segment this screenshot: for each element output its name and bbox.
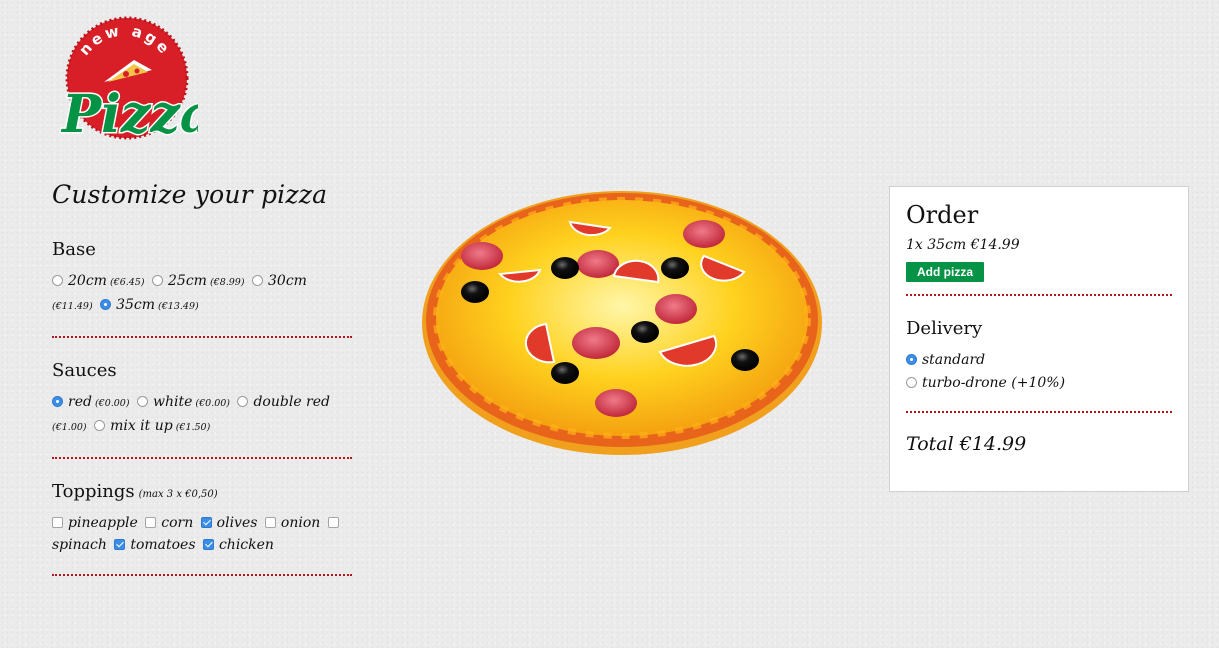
checkbox-onion[interactable]	[264, 517, 276, 528]
delivery-option-standard[interactable]: standard	[906, 349, 1172, 372]
checkbox-corn[interactable]	[145, 517, 157, 528]
radio-standard[interactable]	[906, 354, 917, 365]
new-age-pizza-logo: new age Pizza	[59, 16, 198, 147]
pizza-preview-image	[422, 191, 822, 455]
sauce-option-white[interactable]: white (€0.00)	[137, 394, 230, 410]
radio-double-red[interactable]	[237, 396, 249, 407]
topping-pineapple[interactable]: pineapple	[52, 515, 138, 531]
add-pizza-button[interactable]: Add pizza	[906, 262, 984, 282]
base-heading: Base	[52, 239, 96, 260]
customize-panel: Customize your pizza Base 20cm (€6.45) 25…	[52, 180, 352, 598]
topping-spinach[interactable]: spinach	[52, 537, 107, 553]
toppings-heading: Toppings (max 3 x €0,50)	[52, 481, 218, 502]
radio-30cm[interactable]	[252, 275, 263, 286]
order-panel: Order 1x 35cm €14.99 Add pizza Delivery …	[889, 186, 1189, 492]
topping-corn[interactable]: corn	[145, 515, 193, 531]
sauce-option-red[interactable]: red (€0.00)	[52, 394, 130, 410]
delivery-heading: Delivery	[906, 318, 983, 339]
toppings-note: (max 3 x €0,50)	[138, 489, 218, 500]
checkbox-spinach[interactable]	[327, 517, 339, 528]
radio-25cm[interactable]	[152, 275, 163, 286]
toppings-section: Toppings (max 3 x €0,50) pineapple corn o…	[52, 481, 352, 576]
page-title: Customize your pizza	[52, 180, 328, 209]
base-option-25cm[interactable]: 25cm (€8.99)	[152, 273, 245, 289]
checkbox-olives[interactable]	[200, 517, 212, 528]
base-option-35cm[interactable]: 35cm (€13.49)	[100, 297, 199, 313]
radio-turbo-drone[interactable]	[906, 377, 917, 388]
sauce-option-double-red[interactable]: double red	[237, 394, 330, 410]
sauce-option-mix[interactable]: mix it up (€1.50)	[94, 418, 210, 434]
radio-mix-it-up[interactable]	[94, 420, 106, 431]
checkbox-tomatoes[interactable]	[114, 539, 126, 550]
base-section: Base 20cm (€6.45) 25cm (€8.99) 30cm (€11.4…	[52, 239, 352, 338]
radio-white[interactable]	[137, 396, 149, 407]
radio-20cm[interactable]	[52, 275, 63, 286]
logo-wordmark: Pizza	[60, 84, 198, 145]
base-option-30cm[interactable]: 30cm	[252, 273, 307, 289]
topping-chicken[interactable]: chicken	[202, 537, 274, 553]
order-heading: Order	[906, 201, 979, 229]
topping-olives[interactable]: olives	[200, 515, 257, 531]
base-option-20cm[interactable]: 20cm (€6.45)	[52, 273, 145, 289]
topping-spinach-box[interactable]	[327, 515, 344, 531]
sauces-heading: Sauces	[52, 360, 117, 381]
order-total: Total €14.99	[906, 433, 1027, 455]
radio-red[interactable]	[52, 396, 63, 407]
radio-35cm[interactable]	[100, 299, 112, 310]
topping-tomatoes[interactable]: tomatoes	[114, 537, 196, 553]
order-line-item: 1x 35cm €14.99	[906, 237, 1020, 253]
topping-onion[interactable]: onion	[264, 515, 320, 531]
checkbox-pineapple[interactable]	[52, 517, 63, 528]
checkbox-chicken[interactable]	[202, 539, 214, 550]
delivery-option-turbo-drone[interactable]: turbo-drone (+10%)	[906, 372, 1172, 395]
sauces-section: Sauces red (€0.00) white (€0.00) double re…	[52, 360, 352, 459]
